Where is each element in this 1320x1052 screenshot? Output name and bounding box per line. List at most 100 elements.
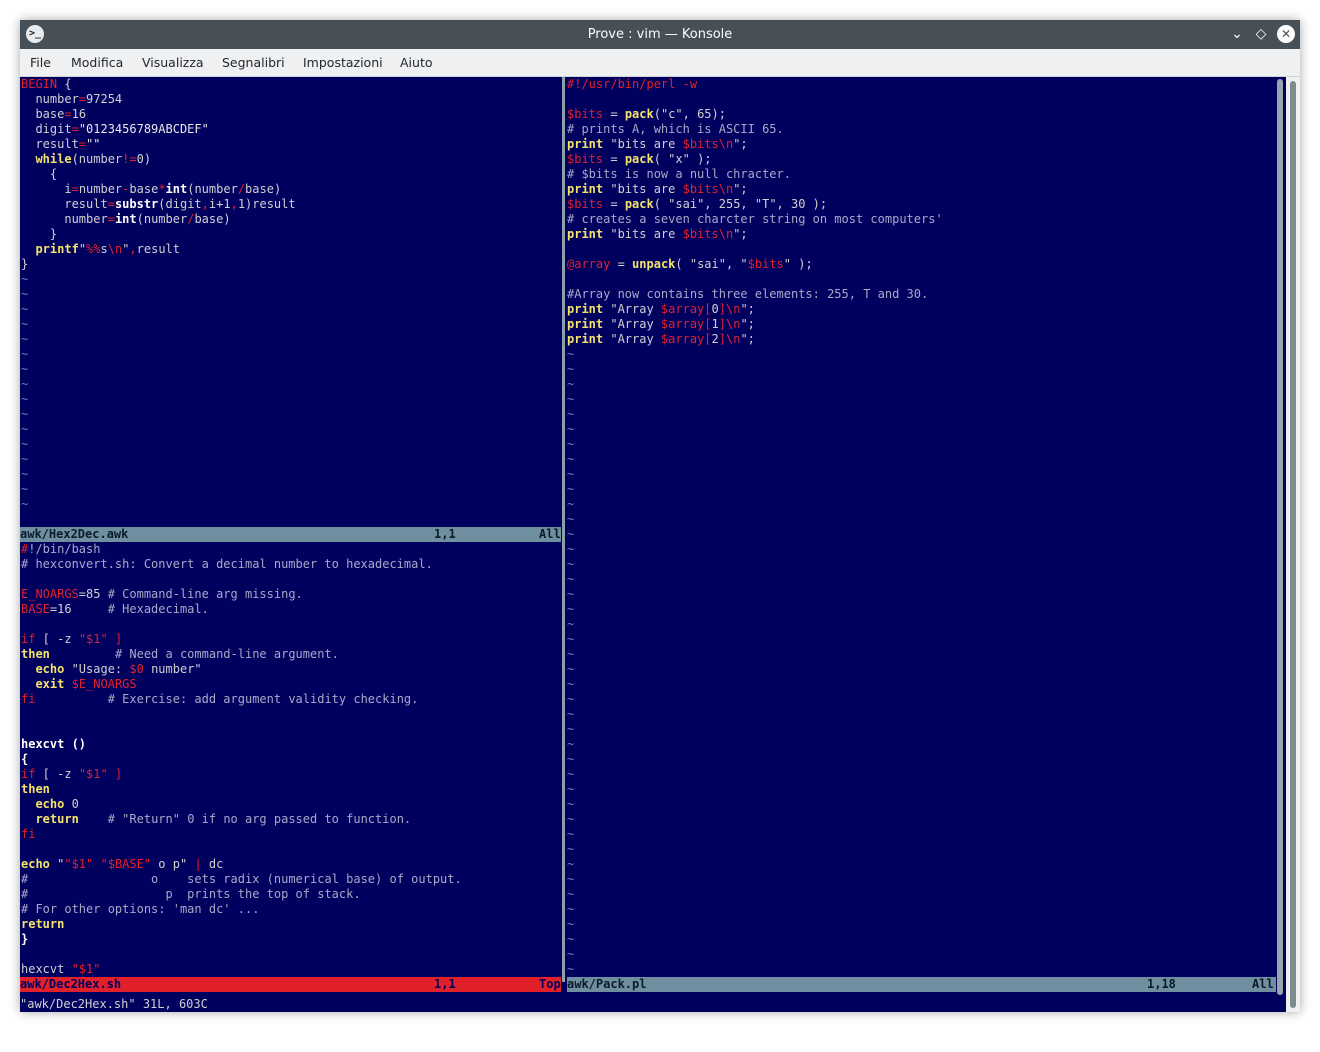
code-token: " ); [783, 257, 813, 271]
code-line[interactable]: return [21, 917, 561, 932]
code-line[interactable]: # prints A, which is ASCII 65. [567, 122, 1275, 137]
konsole-scroll-thumb[interactable] [1290, 81, 1296, 1008]
maximize-button[interactable]: ◇ [1252, 25, 1270, 43]
code-line[interactable]: # creates a seven charcter string on mos… [567, 212, 1275, 227]
code-line[interactable]: } [21, 227, 561, 242]
code-line[interactable]: echo 0 [21, 797, 561, 812]
title-bar[interactable]: >_ Prove : vim — Konsole ⌄ ◇ ✕ [20, 20, 1300, 49]
code-line[interactable] [567, 92, 1275, 107]
code-token: base) [245, 182, 282, 196]
code-line[interactable]: then [21, 782, 561, 797]
code-line[interactable]: # $bits is now a null chracter. [567, 167, 1275, 182]
code-line[interactable]: #Array now contains three elements: 255,… [567, 287, 1275, 302]
code-line[interactable]: return # "Return" 0 if no arg passed to … [21, 812, 561, 827]
code-token: { [57, 77, 72, 91]
empty-line-tilde: ~ [21, 362, 29, 376]
menu-modifica[interactable]: Modifica [71, 55, 123, 70]
menu-aiuto[interactable]: Aiuto [400, 55, 433, 70]
code-line[interactable]: @array = unpack( "sai", "$bits" ); [567, 257, 1275, 272]
code-token: ( "sai", 255, "T", 30 ); [653, 197, 828, 211]
menu-visualizza[interactable]: Visualizza [142, 55, 204, 70]
code-token: = [78, 92, 87, 106]
close-button[interactable]: ✕ [1277, 25, 1295, 43]
code-line[interactable]: i=number-base*int(number/base) [21, 182, 561, 197]
code-line[interactable]: print "Array $array[2]\n"; [567, 332, 1275, 347]
code-line[interactable]: } [21, 257, 561, 272]
code-token: } [21, 932, 29, 946]
code-line[interactable] [21, 842, 561, 857]
terminal-area[interactable]: BEGIN { number=97254 base=16 digit="0123… [20, 77, 1300, 1012]
code-line[interactable]: echo ""$1" "$BASE" o p" | dc [21, 857, 561, 872]
code-line[interactable]: if [ -z "$1" ] [21, 767, 561, 782]
code-line[interactable]: # For other options: 'man dc' ... [21, 902, 561, 917]
empty-line-tilde: ~ [21, 317, 29, 331]
code-line[interactable]: # p prints the top of stack. [21, 887, 561, 902]
code-line[interactable]: then # Need a command-line argument. [21, 647, 561, 662]
code-line[interactable] [567, 242, 1275, 257]
code-line[interactable]: print "bits are $bits\n"; [567, 137, 1275, 152]
empty-line-tilde: ~ [21, 482, 29, 496]
code-line[interactable] [21, 722, 561, 737]
code-line[interactable]: #!/usr/bin/perl -w [567, 77, 1275, 92]
code-line[interactable] [21, 572, 561, 587]
code-token: != [122, 152, 137, 166]
vim-scroll-thumb[interactable] [1277, 79, 1283, 995]
code-line[interactable] [21, 707, 561, 722]
code-line[interactable]: { [21, 167, 561, 182]
code-line[interactable]: # hexconvert.sh: Convert a decimal numbe… [21, 557, 561, 572]
code-line[interactable]: $bits = pack("c", 65); [567, 107, 1275, 122]
empty-line-tilde: ~ [567, 602, 575, 616]
code-line[interactable]: print "Array $array[0]\n"; [567, 302, 1275, 317]
code-token: digit [21, 122, 72, 136]
code-line[interactable]: print "bits are $bits\n"; [567, 182, 1275, 197]
code-line[interactable]: print "Array $array[1]\n"; [567, 317, 1275, 332]
code-line[interactable]: $bits = pack( "x" ); [567, 152, 1275, 167]
konsole-scrollbar[interactable] [1286, 77, 1300, 1012]
code-line[interactable]: echo "Usage: $0 number" [21, 662, 561, 677]
code-line[interactable]: print "bits are $bits\n"; [567, 227, 1275, 242]
code-token: $array [660, 332, 705, 346]
code-token: "0123456789ABCDEF" [78, 122, 209, 136]
code-line[interactable]: exit $E_NOARGS [21, 677, 561, 692]
menu-bar: File Modifica Visualizza Segnalibri Impo… [20, 49, 1300, 77]
code-line[interactable]: } [21, 932, 561, 947]
empty-line-tilde: ~ [21, 392, 29, 406]
code-line[interactable]: BEGIN { [21, 77, 561, 92]
code-line[interactable]: printf"%%s\n",result [21, 242, 561, 257]
code-line[interactable]: result=substr(digit,i+1,1)result [21, 197, 561, 212]
code-line[interactable]: if [ -z "$1" ] [21, 632, 561, 647]
code-line[interactable]: hexcvt "$1" [21, 962, 561, 977]
vim-command-line[interactable]: "awk/Dec2Hex.sh" 31L, 603C [20, 997, 1276, 1012]
code-line[interactable]: #!/bin/bash [21, 542, 561, 557]
code-line[interactable] [21, 617, 561, 632]
code-line[interactable]: digit="0123456789ABCDEF" [21, 122, 561, 137]
code-line[interactable]: $bits = pack( "sai", 255, "T", 30 ); [567, 197, 1275, 212]
code-line[interactable]: number=97254 [21, 92, 561, 107]
code-line[interactable]: E_NOARGS=85 # Command-line arg missing. [21, 587, 561, 602]
empty-line-tilde: ~ [567, 377, 575, 391]
code-line[interactable]: # o sets radix (numerical base) of outpu… [21, 872, 561, 887]
empty-line-tilde: ~ [567, 947, 575, 961]
code-line[interactable]: { [21, 752, 561, 767]
menu-file[interactable]: File [30, 55, 51, 70]
code-line[interactable]: while(number!=0) [21, 152, 561, 167]
vertical-split-bar[interactable] [562, 77, 565, 982]
code-token: print [567, 317, 604, 331]
code-line[interactable]: fi [21, 827, 561, 842]
menu-segnalibri[interactable]: Segnalibri [222, 55, 285, 70]
code-line[interactable]: number=int(number/base) [21, 212, 561, 227]
code-token: "bits are [603, 137, 683, 151]
code-line[interactable]: result="" [21, 137, 561, 152]
empty-line-tilde: ~ [567, 392, 575, 406]
empty-line-tilde: ~ [567, 722, 575, 736]
minimize-button[interactable]: ⌄ [1228, 25, 1246, 43]
menu-impostazioni[interactable]: Impostazioni [303, 55, 383, 70]
code-line[interactable] [21, 947, 561, 962]
code-line[interactable]: hexcvt () [21, 737, 561, 752]
code-line[interactable]: fi # Exercise: add argument validity che… [21, 692, 561, 707]
code-line[interactable]: base=16 [21, 107, 561, 122]
code-line[interactable] [567, 272, 1275, 287]
code-line[interactable]: BASE=16 # Hexadecimal. [21, 602, 561, 617]
empty-line-tilde: ~ [21, 497, 29, 511]
code-token: = [78, 137, 87, 151]
